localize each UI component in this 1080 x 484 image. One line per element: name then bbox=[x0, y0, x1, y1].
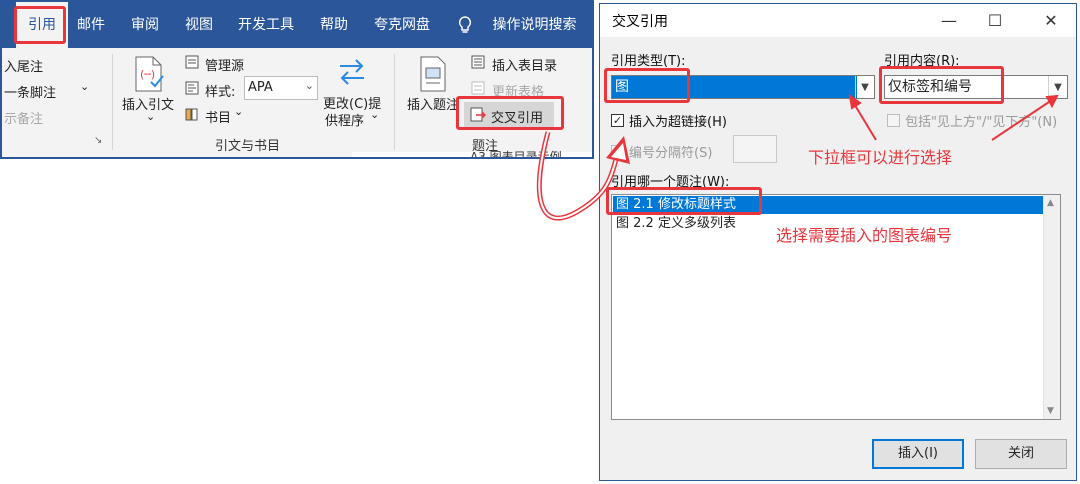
reference-type-highlight bbox=[604, 68, 690, 103]
dialog-title: 交叉引用 bbox=[612, 14, 668, 30]
select-hint-annotation: 选择需要插入的图表编号 bbox=[776, 226, 953, 245]
chevron-down-icon[interactable]: ▼ bbox=[855, 76, 874, 98]
style-icon bbox=[184, 80, 200, 96]
document-area: A3.图表目录示例 bbox=[352, 150, 592, 157]
maximize-icon[interactable]: ☐ bbox=[972, 4, 1018, 36]
update-table-icon bbox=[470, 80, 486, 96]
insert-table-of-figures-button[interactable]: 插入表目录 bbox=[492, 55, 557, 74]
tab-review[interactable]: 审阅 bbox=[131, 2, 159, 48]
tell-me-label: 操作说明搜索 bbox=[492, 17, 577, 33]
citation-style-select[interactable]: APA ⌄ bbox=[244, 76, 318, 100]
tab-developer[interactable]: 开发工具 bbox=[238, 2, 294, 48]
tab-mailings[interactable]: 邮件 bbox=[77, 2, 105, 48]
scroll-up-icon[interactable]: ▲ bbox=[1047, 198, 1054, 208]
next-footnote-button[interactable]: 一条脚注 bbox=[4, 82, 56, 101]
change-tool-label-2: 供程序 bbox=[325, 114, 365, 129]
style-label: 样式: bbox=[205, 85, 236, 100]
include-above-below-checkbox bbox=[887, 114, 900, 127]
insert-as-hyperlink-checkbox[interactable]: ✓ bbox=[611, 114, 624, 127]
bibliography-chevron-icon[interactable]: ⌄ bbox=[234, 105, 243, 118]
minimize-icon[interactable]: — bbox=[926, 4, 972, 36]
insert-citation-chevron-icon[interactable]: ⌄ bbox=[146, 110, 155, 123]
separate-numbers-checkbox bbox=[611, 145, 624, 158]
insert-caption-button[interactable]: 插入题注 bbox=[407, 94, 459, 113]
bibliography-icon bbox=[184, 106, 200, 122]
caption-selection-highlight bbox=[606, 187, 762, 215]
insert-endnote-button[interactable]: 入尾注 bbox=[4, 56, 43, 75]
include-above-below-label: 包括"见上方"/"见下方"(N) bbox=[905, 115, 1058, 130]
manage-sources-icon[interactable] bbox=[184, 54, 200, 70]
separator-input bbox=[733, 135, 777, 163]
insert-caption-icon[interactable] bbox=[418, 56, 448, 92]
swap-arrows-icon[interactable] bbox=[335, 56, 369, 86]
manage-sources-button[interactable]: 管理源 bbox=[205, 55, 244, 74]
chevron-down-icon[interactable]: ▼ bbox=[1048, 76, 1067, 98]
dropdown-hint-annotation: 下拉框可以进行选择 bbox=[808, 148, 953, 167]
change-tool-chevron-icon[interactable]: ⌄ bbox=[370, 108, 379, 121]
lightbulb-icon bbox=[458, 2, 472, 48]
insert-button[interactable]: 插入(I) bbox=[872, 439, 964, 469]
document-snippet: A3.图表目录示例 bbox=[470, 150, 562, 159]
svg-text:(─): (─) bbox=[140, 68, 155, 81]
group-divider bbox=[112, 54, 113, 150]
close-button[interactable]: 关闭 bbox=[975, 439, 1067, 469]
bibliography-button[interactable]: 书目 bbox=[205, 107, 231, 126]
tab-help[interactable]: 帮助 bbox=[320, 2, 348, 48]
insert-as-hyperlink-label: 插入为超链接(H) bbox=[629, 115, 727, 130]
references-tab-highlight bbox=[14, 6, 66, 44]
reference-content-highlight bbox=[879, 66, 1004, 104]
table-of-figures-icon[interactable] bbox=[470, 54, 486, 70]
tell-me-search[interactable]: 操作说明搜索 bbox=[458, 2, 576, 48]
dialog-titlebar: 交叉引用 — ☐ ✕ bbox=[600, 4, 1076, 37]
chevron-down-icon: ⌄ bbox=[304, 79, 314, 92]
insert-citation-icon[interactable]: (─) bbox=[132, 56, 166, 92]
citations-group-label: 引文与书目 bbox=[215, 139, 281, 154]
tab-view[interactable]: 视图 bbox=[185, 2, 213, 48]
separate-numbers-label: 编号分隔符(S) bbox=[629, 146, 713, 161]
scroll-down-icon[interactable]: ▼ bbox=[1047, 406, 1054, 416]
cross-reference-highlight bbox=[456, 96, 564, 130]
next-footnote-chevron-icon[interactable]: ⌄ bbox=[80, 80, 89, 93]
tab-quark-drive[interactable]: 夸克网盘 bbox=[374, 2, 430, 48]
scrollbar[interactable]: ▲ ▼ bbox=[1043, 195, 1060, 419]
group-divider bbox=[394, 54, 395, 150]
show-notes-button: 示备注 bbox=[4, 112, 44, 127]
ribbon-tab-bar: 引用 邮件 审阅 视图 开发工具 帮助 夸克网盘 操作说明搜索 bbox=[2, 2, 592, 48]
word-ribbon: 引用 邮件 审阅 视图 开发工具 帮助 夸克网盘 操作说明搜索 入尾注 一条脚注… bbox=[0, 0, 594, 159]
close-icon[interactable]: ✕ bbox=[1028, 4, 1074, 36]
style-value: APA bbox=[248, 80, 273, 95]
reference-type-label: 引用类型(T): bbox=[611, 54, 686, 69]
footnote-dialog-launcher-icon[interactable]: ↘ bbox=[94, 135, 102, 146]
